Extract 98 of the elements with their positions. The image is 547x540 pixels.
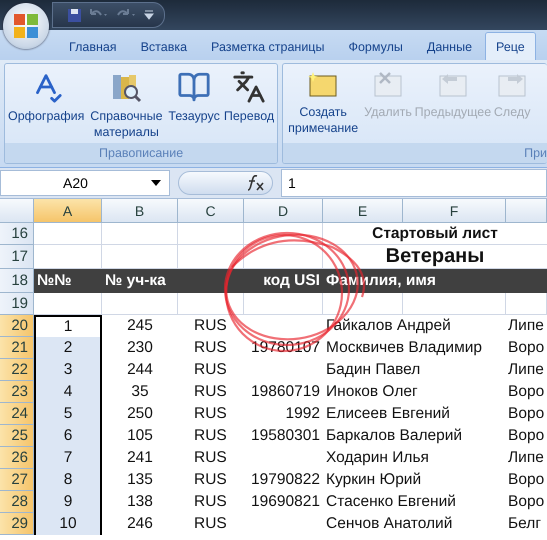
table-cell-text: Стасенко Евгений (325, 492, 457, 512)
table-cell-text: 19860719 (250, 382, 321, 402)
office-button[interactable] (3, 3, 49, 49)
table-cell-text: 1992 (284, 404, 321, 424)
ribbon-button[interactable]: Орфография (7, 66, 86, 143)
ribbon-tab[interactable]: Разметка страницы (200, 32, 336, 60)
table-cell-text: RUS (193, 426, 228, 446)
table-cell-text: Белг (507, 514, 542, 534)
translate-icon (232, 70, 266, 104)
group-label: При (524, 146, 547, 160)
ribbon-tab[interactable]: Вставка (130, 32, 198, 60)
table-cell-text: 135 (126, 470, 154, 490)
table-cell-text: Сенчов Анатолий (325, 514, 454, 534)
formula-input[interactable]: 1 (281, 169, 547, 197)
row-header[interactable]: 28 (0, 491, 34, 513)
table-cell-text: Иноков Олег (325, 382, 419, 402)
row-header[interactable]: 21 (0, 337, 34, 359)
row-header[interactable]: 18 (0, 269, 34, 293)
table-cell-text: Ходарин Илья (325, 448, 430, 468)
row-header[interactable]: 17 (0, 245, 34, 269)
ribbon-button[interactable]: Справочные материалы (87, 66, 166, 143)
row-header[interactable]: 23 (0, 381, 34, 403)
row-header[interactable]: 16 (0, 223, 34, 245)
row-header[interactable]: 26 (0, 447, 34, 469)
column-header[interactable]: A (34, 199, 102, 223)
save-icon[interactable] (67, 8, 82, 22)
column-header[interactable]: F (403, 199, 506, 223)
table-cell-text: Липе (507, 316, 545, 336)
table-cell-text: Елисеев Евгений (325, 404, 451, 424)
table-cell-text: 245 (126, 316, 154, 336)
table-cell: 6 (34, 425, 102, 447)
table-cell-text: Воро (507, 404, 546, 424)
ribbon-tab[interactable]: Формулы (337, 32, 414, 60)
table-cell-text: 250 (126, 404, 154, 424)
row-header[interactable]: 27 (0, 469, 34, 491)
table-cell-text: Куркин Юрий (325, 470, 422, 490)
table-cell-text: RUS (193, 448, 228, 468)
table-cell: 3 (34, 359, 102, 381)
table-cell-text: 230 (126, 338, 154, 358)
table-cell-text: RUS (193, 316, 228, 336)
row-header[interactable]: 24 (0, 403, 34, 425)
table-cell-text: Воро (507, 426, 546, 446)
column-heading: №№ (36, 271, 73, 291)
table-cell-text: Воро (507, 382, 546, 402)
table-cell-text: 35 (130, 382, 150, 402)
table-cell-text: 241 (126, 448, 154, 468)
table-cell-text: Москвичев Владимир (325, 338, 484, 358)
table-cell: 9 (34, 491, 102, 513)
table-cell-text: Баркалов Валерий (325, 426, 464, 446)
table-cell: 8 (34, 469, 102, 491)
table-cell-text: RUS (193, 338, 228, 358)
customize-toolbar-icon[interactable] (144, 9, 154, 21)
column-heading: код USI (262, 271, 321, 291)
table-cell-text: 244 (126, 360, 154, 380)
ribbon-tab[interactable]: Данные (416, 32, 484, 60)
table-cell-text: Воро (507, 492, 546, 512)
table-cell-text: RUS (193, 360, 228, 380)
table-cell-text: RUS (193, 470, 228, 490)
table-cell-text: Воро (507, 470, 546, 490)
table-cell-text: RUS (193, 382, 228, 402)
table-cell: 5 (34, 403, 102, 425)
table-cell-text: RUS (193, 404, 228, 424)
logo (12, 12, 40, 40)
table-cell-text: Липе (507, 448, 545, 468)
ribbon-button[interactable]: Перевод (222, 66, 276, 143)
row-header[interactable]: 20 (0, 315, 34, 337)
ribbon-button[interactable]: Тезаурус (167, 66, 221, 143)
table-cell-text: RUS (193, 514, 228, 534)
name-box[interactable]: A20 (0, 170, 170, 196)
table-cell: 1 (34, 315, 102, 337)
column-header[interactable]: B (102, 199, 178, 223)
column-heading: № уч-ка (104, 271, 167, 291)
group-label: Правописание (99, 146, 184, 160)
column-header[interactable]: D (244, 199, 323, 223)
table-cell-text: Бадин Павел (325, 360, 422, 380)
table-cell-text: 105 (126, 426, 154, 446)
table-cell: 10 (34, 513, 102, 535)
open-book-icon (177, 70, 212, 104)
table-cell: 4 (34, 381, 102, 403)
table-cell-text: 19790822 (250, 470, 321, 490)
row-header[interactable]: 25 (0, 425, 34, 447)
table-cell-text: 19580301 (250, 426, 321, 446)
ribbon-tab[interactable]: Главная (58, 32, 128, 60)
row-header[interactable]: 29 (0, 513, 34, 535)
row-header[interactable]: 19 (0, 293, 34, 315)
table-cell-text: Липе (507, 360, 545, 380)
ribbon-button[interactable]: Создать примечание (285, 66, 362, 143)
column-header[interactable]: C (178, 199, 244, 223)
row-header[interactable]: 22 (0, 359, 34, 381)
column-header[interactable]: E (323, 199, 403, 223)
table-cell-text: RUS (193, 492, 228, 512)
table-cell-text: 138 (126, 492, 154, 512)
table-cell: 7 (34, 447, 102, 469)
table-cell-text: 246 (126, 514, 154, 534)
table-cell-text: 19690821 (250, 492, 321, 512)
ribbon-tab[interactable]: Реце (485, 32, 536, 60)
table-cell: 2 (34, 337, 102, 359)
table-cell-text: Воро (507, 338, 546, 358)
